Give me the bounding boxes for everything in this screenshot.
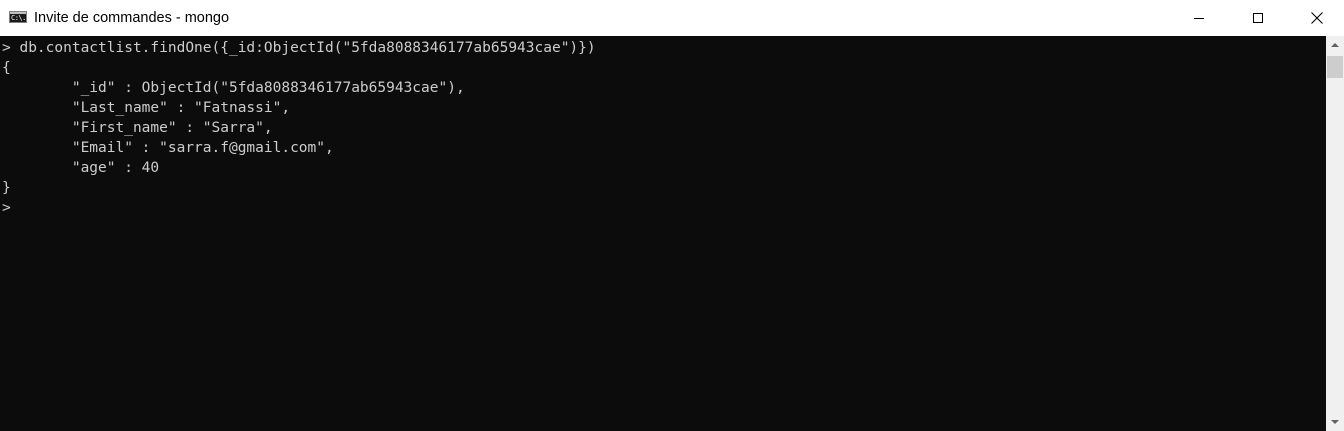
window-title: Invite de commandes - mongo <box>34 10 230 26</box>
console-line: "First_name" : "Sarra", <box>2 120 273 136</box>
console-line: > db.contactlist.findOne({_id:ObjectId("… <box>2 40 596 56</box>
title-bar[interactable]: C:\. Invite de commandes - mongo <box>0 0 1344 36</box>
close-button[interactable] <box>1294 0 1340 36</box>
minimize-icon <box>1194 17 1204 19</box>
console-line: { <box>2 60 11 76</box>
console-line: "age" : 40 <box>2 160 160 176</box>
scroll-up-button[interactable] <box>1326 36 1344 54</box>
minimize-button[interactable] <box>1176 0 1222 36</box>
scrollbar-thumb[interactable] <box>1327 56 1343 78</box>
close-icon <box>1311 12 1323 24</box>
maximize-button[interactable] <box>1235 0 1281 36</box>
console-app-icon[interactable]: C:\. <box>9 11 27 23</box>
vertical-scrollbar[interactable] <box>1326 36 1344 431</box>
icon-glyph: C:\. <box>11 14 26 22</box>
console-window: C:\. Invite de commandes - mongo > db.co… <box>0 0 1344 431</box>
console-line: "Last_name" : "Fatnassi", <box>2 100 291 116</box>
console-output[interactable]: > db.contactlist.findOne({_id:ObjectId("… <box>0 36 1326 431</box>
maximize-icon <box>1253 13 1263 23</box>
scroll-down-button[interactable] <box>1326 413 1344 431</box>
arrow-up-icon <box>1331 43 1339 47</box>
console-line: "_id" : ObjectId("5fda8088346177ab65943c… <box>2 80 465 96</box>
arrow-down-icon <box>1331 420 1339 424</box>
console-prompt[interactable]: > <box>2 198 11 218</box>
console-line: } <box>2 180 11 196</box>
console-line: "Email" : "sarra.f@gmail.com", <box>2 140 334 156</box>
